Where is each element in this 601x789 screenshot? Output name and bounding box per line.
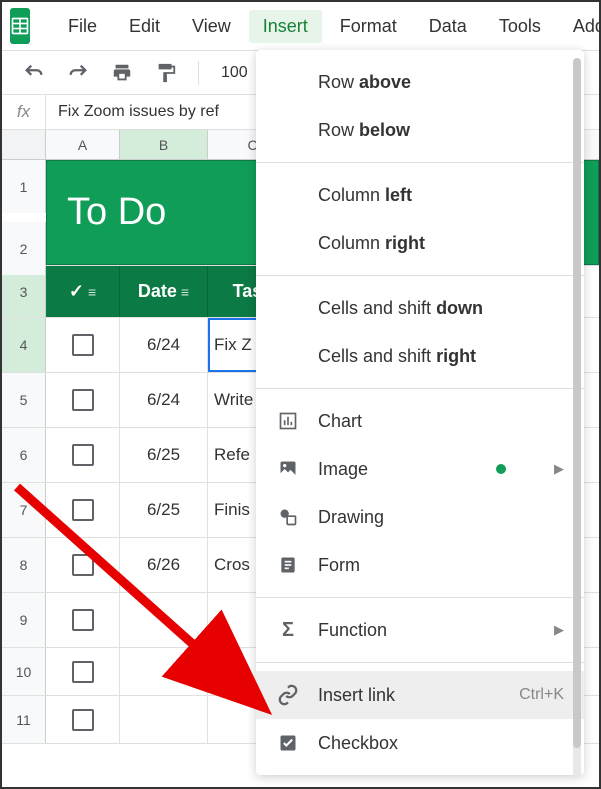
fx-label: fx (2, 95, 46, 129)
menubar: File Edit View Insert Format Data Tools … (2, 2, 599, 50)
menu-edit[interactable]: Edit (115, 10, 174, 43)
menu-view[interactable]: View (178, 10, 245, 43)
row-header-5[interactable]: 5 (2, 373, 46, 427)
checkbox-icon[interactable] (72, 334, 94, 356)
menu-data[interactable]: Data (415, 10, 481, 43)
insert-link[interactable]: Insert link Ctrl+K (256, 671, 584, 719)
paint-format-icon[interactable] (148, 55, 184, 91)
header-date-label: Date (138, 281, 177, 302)
checkbox-cell[interactable] (46, 318, 120, 372)
checkbox-icon[interactable] (72, 661, 94, 683)
row-header-9[interactable]: 9 (2, 593, 46, 647)
insert-cells-shift-down[interactable]: Cells and shift down (256, 284, 584, 332)
checkbox-cell[interactable] (46, 696, 120, 743)
submenu-arrow-icon: ▶ (554, 461, 564, 477)
row-header-7[interactable]: 7 (2, 483, 46, 537)
row-header-1[interactable]: 1 (2, 160, 46, 213)
dropdown-separator (256, 662, 584, 663)
menu-insert[interactable]: Insert (249, 10, 322, 43)
function-icon: Σ (276, 619, 300, 642)
checkbox-cell[interactable] (46, 648, 120, 695)
date-cell[interactable]: 6/25 (120, 428, 208, 482)
check-icon: ✓ (69, 281, 84, 302)
toolbar-separator (198, 61, 199, 85)
row-header-4[interactable]: 4 (2, 318, 46, 372)
checkbox-cell[interactable] (46, 373, 120, 427)
checkbox-cell[interactable] (46, 483, 120, 537)
date-cell[interactable] (120, 593, 208, 647)
redo-icon[interactable] (60, 55, 96, 91)
checkbox-icon (276, 733, 300, 753)
date-cell[interactable]: 6/26 (120, 538, 208, 592)
checkbox-icon[interactable] (72, 709, 94, 731)
print-icon[interactable] (104, 55, 140, 91)
menu-file[interactable]: File (54, 10, 111, 43)
date-cell[interactable] (120, 696, 208, 743)
insert-cells-shift-right[interactable]: Cells and shift right (256, 332, 584, 380)
menu-addons[interactable]: Add (559, 10, 601, 43)
date-cell[interactable]: 6/24 (120, 318, 208, 372)
insert-drawing[interactable]: Drawing (256, 493, 584, 541)
checkbox-icon[interactable] (72, 499, 94, 521)
select-all-corner[interactable] (2, 130, 46, 159)
undo-icon[interactable] (16, 55, 52, 91)
insert-row-below[interactable]: Row below (256, 106, 584, 154)
header-checkbox[interactable]: ✓ ≡ (46, 266, 120, 317)
drawing-icon (276, 507, 300, 527)
date-cell[interactable]: 6/25 (120, 483, 208, 537)
insert-row-above[interactable]: Row above (256, 58, 584, 106)
sheets-logo-icon[interactable] (10, 8, 30, 44)
row-header-2[interactable]: 2 (2, 222, 46, 275)
menu-tools[interactable]: Tools (485, 10, 555, 43)
link-icon (276, 684, 300, 706)
insert-function[interactable]: Σ Function ▶ (256, 606, 584, 654)
checkbox-cell[interactable] (46, 538, 120, 592)
col-header-a[interactable]: A (46, 130, 120, 159)
row-header-11[interactable]: 11 (2, 696, 46, 743)
insert-form[interactable]: Form (256, 541, 584, 589)
insert-chart[interactable]: Chart (256, 397, 584, 445)
insert-column-right[interactable]: Column right (256, 219, 584, 267)
date-cell[interactable]: 6/24 (120, 373, 208, 427)
filter-icon[interactable]: ≡ (181, 284, 189, 300)
dropdown-separator (256, 388, 584, 389)
form-icon (276, 555, 300, 575)
dropdown-scrollbar[interactable] (573, 58, 581, 778)
dropdown-separator (256, 275, 584, 276)
dropdown-separator (256, 597, 584, 598)
insert-dropdown: Row above Row below Column left Column r… (256, 50, 584, 775)
row-header-8[interactable]: 8 (2, 538, 46, 592)
checkbox-cell[interactable] (46, 428, 120, 482)
dropdown-separator (256, 162, 584, 163)
date-cell[interactable] (120, 648, 208, 695)
zoom-level[interactable]: 100 (213, 64, 256, 82)
header-date[interactable]: Date ≡ (120, 266, 208, 317)
checkbox-icon[interactable] (72, 389, 94, 411)
checkbox-icon[interactable] (72, 609, 94, 631)
row-header-10[interactable]: 10 (2, 648, 46, 695)
checkbox-icon[interactable] (72, 554, 94, 576)
checkbox-cell[interactable] (46, 593, 120, 647)
insert-column-left[interactable]: Column left (256, 171, 584, 219)
insert-checkbox[interactable]: Checkbox (256, 719, 584, 767)
image-icon (276, 459, 300, 479)
col-header-b[interactable]: B (120, 130, 208, 159)
shortcut-label: Ctrl+K (519, 686, 564, 704)
filter-icon[interactable]: ≡ (88, 284, 96, 300)
menu-format[interactable]: Format (326, 10, 411, 43)
checkbox-icon[interactable] (72, 444, 94, 466)
chart-icon (276, 411, 300, 431)
row-2-header-only: 2 (2, 222, 46, 275)
insert-image[interactable]: Image ▶ (256, 445, 584, 493)
green-dot-indicator (496, 464, 506, 474)
submenu-arrow-icon: ▶ (554, 622, 564, 638)
row-header-6[interactable]: 6 (2, 428, 46, 482)
